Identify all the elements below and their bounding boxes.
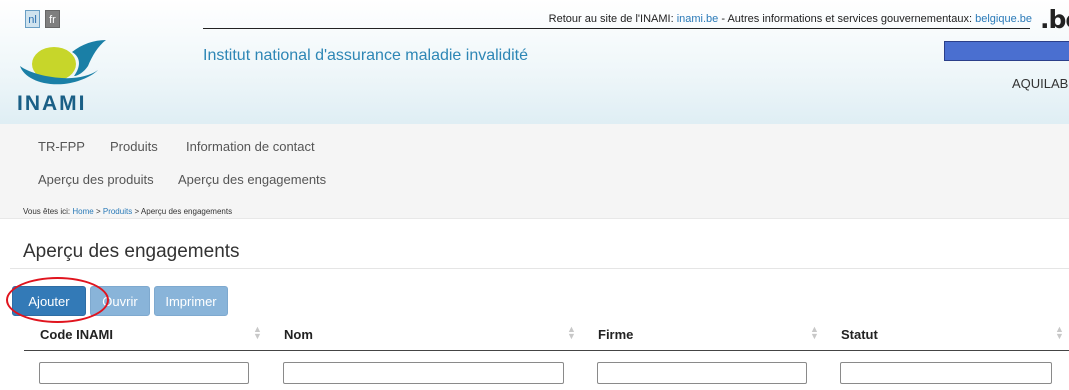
column-header-nom[interactable]: Nom (284, 327, 313, 342)
breadcrumb-products-link[interactable]: Produits (103, 207, 132, 216)
inami-link[interactable]: inami.be (677, 13, 719, 25)
sort-both-icon[interactable]: ▲ ▼ (810, 325, 819, 341)
be-logo-text: .be (1040, 5, 1069, 34)
language-fr-button[interactable]: fr (45, 10, 60, 28)
breadcrumb-current: Aperçu des engagements (140, 207, 233, 216)
subnav-item-apercu-produits[interactable]: Aperçu des produits (38, 172, 154, 187)
subnav-item-apercu-engagements[interactable]: Aperçu des engagements (178, 172, 326, 187)
be-logo[interactable]: .be (1040, 5, 1069, 34)
breadcrumb-home-link[interactable]: Home (72, 207, 93, 216)
sort-both-icon[interactable]: ▲ ▼ (567, 325, 576, 341)
print-button[interactable]: Imprimer (154, 286, 228, 316)
language-nl-button[interactable]: nl (25, 10, 40, 28)
column-header-statut[interactable]: Statut (841, 327, 878, 342)
annotation-circle (6, 277, 109, 323)
top-text-other: - Autres informations et services gouver… (721, 13, 973, 25)
nav-item-contact[interactable]: Information de contact (186, 139, 315, 154)
breadcrumb: Vous êtes ici: Home > Produits > Aperçu … (23, 207, 232, 216)
top-divider (203, 28, 1030, 29)
title-divider (10, 268, 1069, 269)
belgique-link[interactable]: belgique.be (975, 13, 1032, 25)
breadcrumb-separator: > (95, 207, 101, 216)
sort-both-icon[interactable]: ▲ ▼ (253, 325, 262, 341)
column-header-code-inami[interactable]: Code INAMI (40, 327, 113, 342)
nav-item-produits[interactable]: Produits (110, 139, 158, 154)
user-menu-redacted[interactable] (944, 41, 1069, 61)
top-text-inami: Retour au site de l'INAMI: (548, 13, 674, 25)
breadcrumb-prefix: Vous êtes ici: (23, 207, 71, 216)
page-title: Aperçu des engagements (23, 241, 240, 262)
site-header: nl fr Retour au site de l'INAMI: inami.b… (0, 0, 1069, 124)
user-name[interactable]: AQUILAB (1012, 76, 1068, 91)
table-header-divider (24, 350, 1069, 351)
nav-item-tr-fpp[interactable]: TR-FPP (38, 139, 85, 154)
nom-filter-input[interactable] (283, 362, 564, 384)
statut-filter-input[interactable] (840, 362, 1052, 384)
column-header-firme[interactable]: Firme (598, 327, 633, 342)
top-links-bar: Retour au site de l'INAMI: inami.be - Au… (549, 13, 1032, 25)
inami-logo-icon[interactable] (18, 36, 118, 96)
navigation-area (0, 124, 1069, 219)
sort-both-icon[interactable]: ▲ ▼ (1055, 325, 1064, 341)
institute-name: Institut national d'assurance maladie in… (203, 47, 529, 64)
inami-logo-text: INAMI (17, 92, 87, 115)
code-inami-filter-input[interactable] (39, 362, 249, 384)
breadcrumb-separator: > (134, 207, 140, 216)
firme-filter-input[interactable] (597, 362, 807, 384)
